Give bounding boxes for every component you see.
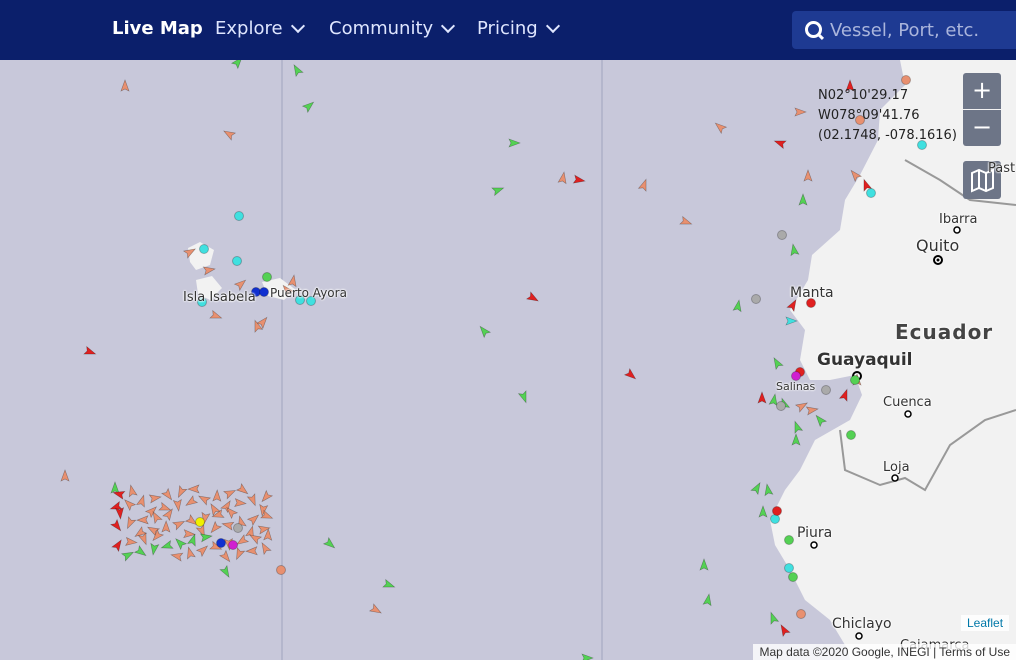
label-pasto: Past [988,161,1016,176]
cuenca-dot [904,410,912,418]
nav-community[interactable]: Community [329,18,456,39]
stationary-vessel-dot[interactable] [228,540,238,550]
label-chiclayo: Chiclayo [832,616,892,632]
ibarra-dot [953,226,961,234]
coord-lat: N02°10'29.17 [818,88,909,103]
map-attribution[interactable]: Map data ©2020 Google, INEGI | Terms of … [753,644,1016,660]
stationary-vessel-dot[interactable] [276,565,286,575]
label-puerto-ayora: Puerto Ayora [270,286,347,300]
nav-pricing[interactable]: Pricing [477,18,560,39]
stationary-vessel-dot[interactable] [784,535,794,545]
stationary-vessel-dot[interactable] [199,244,209,254]
label-ibarra: Ibarra [939,212,978,227]
nav-pricing-label: Pricing [477,18,538,39]
stationary-vessel-dot[interactable] [788,572,798,582]
chevron-down-icon [545,18,560,34]
zoom-out-button[interactable]: − [963,110,1001,146]
zoom-in-button[interactable]: + [963,73,1001,109]
label-quito: Quito [916,236,960,255]
stationary-vessel-dot[interactable] [262,272,272,282]
nav-live-map-label: Live Map [112,18,203,39]
stationary-vessel-dot[interactable] [796,609,806,619]
stationary-vessel-dot[interactable] [784,563,794,573]
label-piura: Piura [797,525,833,541]
label-loja: Loja [883,460,910,475]
label-guayaquil: Guayaquil [817,350,913,370]
label-manta: Manta [790,285,834,301]
stationary-vessel-dot[interactable] [850,375,860,385]
stationary-vessel-dot[interactable] [776,401,786,411]
stationary-vessel-dot[interactable] [232,256,242,266]
cursor-coordinates: N02°10'29.17 W078°09'41.76 (02.1748, -07… [818,86,957,146]
nav-explore-label: Explore [215,18,283,39]
piura-dot [810,541,818,549]
label-isla-isabela: Isla Isabela [183,290,256,305]
label-cuenca: Cuenca [883,395,932,410]
top-nav: Live Map Explore Community Pricing [0,0,1016,60]
stationary-vessel-dot[interactable] [772,506,782,516]
stationary-vessel-dot[interactable] [901,75,911,85]
leaflet-link[interactable]: Leaflet [961,615,1010,631]
chiclayo-dot [855,632,863,640]
stationary-vessel-dot[interactable] [866,188,876,198]
search-input[interactable] [828,18,1016,42]
nav-explore[interactable]: Explore [215,18,305,39]
chevron-down-icon [290,18,305,34]
stationary-vessel-dot[interactable] [777,230,787,240]
nav-community-label: Community [329,18,434,39]
stationary-vessel-dot[interactable] [259,287,269,297]
chevron-down-icon [441,18,456,34]
coord-lon: W078°09'41.76 [818,108,920,123]
stationary-vessel-dot[interactable] [195,517,205,527]
loja-dot [891,474,899,482]
search-icon[interactable] [792,11,828,49]
stationary-vessel-dot[interactable] [216,538,226,548]
stationary-vessel-dot[interactable] [846,430,856,440]
stationary-vessel-dot[interactable] [751,294,761,304]
coord-decimal: (02.1748, -078.1616) [818,128,957,143]
stationary-vessel-dot[interactable] [233,523,243,533]
stationary-vessel-dot[interactable] [821,385,831,395]
label-ecuador: Ecuador [895,320,994,344]
stationary-vessel-dot[interactable] [234,211,244,221]
label-salinas: Salinas [776,380,816,393]
nav-live-map[interactable]: Live Map [112,18,203,39]
search-box[interactable] [792,11,1016,49]
